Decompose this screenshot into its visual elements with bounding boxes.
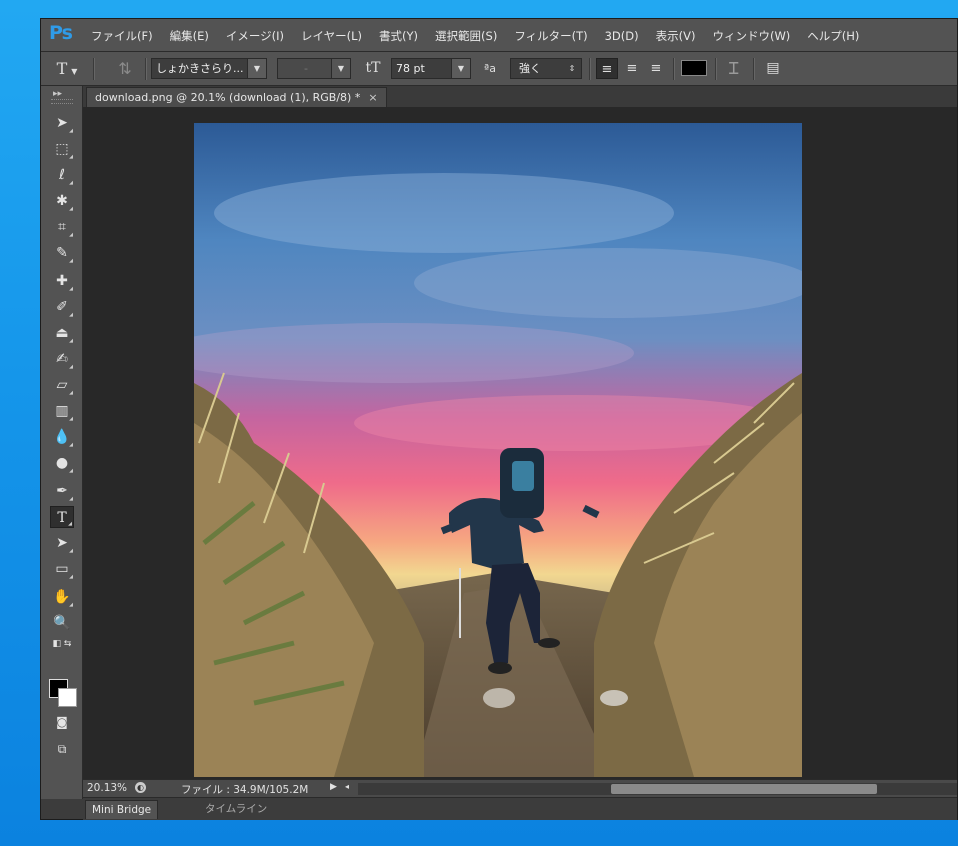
- menu-bar: Ps ファイル(F) 編集(E) イメージ(I) レイヤー(L) 書式(Y) 選…: [41, 19, 957, 52]
- menu-edit[interactable]: 編集(E): [170, 28, 209, 44]
- pen-tool-icon[interactable]: ✒ ◢: [50, 480, 74, 502]
- history-brush-tool-icon[interactable]: ✍ ◢: [50, 348, 74, 370]
- chevron-down-icon: ▼: [331, 59, 350, 78]
- bottom-panel-tabs: Mini Bridge タイムライン: [83, 797, 957, 820]
- menu-window[interactable]: ウィンドウ(W): [712, 28, 790, 44]
- lasso-tool-icon[interactable]: ℓ ◢: [50, 164, 74, 186]
- align-center-icon[interactable]: ≡: [621, 58, 643, 79]
- menu-3d[interactable]: 3D(D): [605, 29, 639, 43]
- screen-mode-icon[interactable]: ⧉: [50, 738, 74, 760]
- menu-select[interactable]: 選択範囲(S): [435, 28, 497, 44]
- canvas-area[interactable]: [83, 107, 957, 779]
- zoom-level[interactable]: 20.13%: [87, 782, 127, 794]
- info-icon[interactable]: ◐: [135, 782, 146, 793]
- chevron-down-icon: ▼: [71, 67, 78, 76]
- menu-help[interactable]: ヘルプ(H): [807, 28, 859, 44]
- crop-tool-icon[interactable]: ⌗ ◢: [50, 216, 74, 238]
- quick-mask-icon[interactable]: ◙: [50, 711, 74, 733]
- divider: [145, 58, 147, 80]
- background-color-swatch[interactable]: [58, 688, 77, 707]
- photo-illustration: [194, 123, 802, 777]
- file-info: ファイル : 34.9M/105.2M: [181, 784, 309, 796]
- menu-view[interactable]: 表示(V): [656, 28, 696, 44]
- align-left-icon[interactable]: ≡: [596, 58, 618, 79]
- tab-timeline[interactable]: タイムライン: [199, 800, 273, 818]
- photoshop-window: Ps ファイル(F) 編集(E) イメージ(I) レイヤー(L) 書式(Y) 選…: [40, 18, 958, 820]
- font-style-select[interactable]: - ▼: [277, 58, 351, 79]
- document-tab[interactable]: download.png @ 20.1% (download (1), RGB/…: [86, 87, 387, 108]
- scroll-left-icon[interactable]: ◂: [345, 782, 349, 791]
- font-family-select[interactable]: しょかきさらり... ▼: [151, 58, 267, 79]
- text-color-swatch[interactable]: [681, 60, 707, 76]
- font-size-select[interactable]: 78 pt ▼: [391, 58, 471, 79]
- divider: [93, 58, 95, 80]
- marquee-tool-icon[interactable]: ⬚ ◢: [50, 138, 74, 160]
- text-tool-icon: T: [56, 59, 68, 78]
- font-size-icon: tT: [365, 60, 381, 76]
- hand-tool-icon[interactable]: ✋ ◢: [50, 586, 74, 608]
- divider: [673, 58, 675, 80]
- tab-mini-bridge[interactable]: Mini Bridge: [85, 800, 159, 819]
- zoom-tool-icon[interactable]: 🔍: [50, 612, 74, 634]
- clone-stamp-tool-icon[interactable]: ⏏ ◢: [50, 322, 74, 344]
- gradient-tool-icon[interactable]: ▥ ◢: [50, 400, 74, 422]
- eraser-tool-icon[interactable]: ▱ ◢: [50, 374, 74, 396]
- panel-grip[interactable]: [51, 99, 73, 104]
- document-tab-strip: download.png @ 20.1% (download (1), RGB/…: [83, 86, 957, 108]
- chevron-down-icon: ▼: [247, 59, 266, 78]
- menu-type[interactable]: 書式(Y): [379, 28, 418, 44]
- chevron-down-icon: ▼: [451, 59, 470, 78]
- path-selection-tool-icon[interactable]: ➤ ◢: [50, 532, 74, 554]
- panel-collapse-icon[interactable]: ▸▸: [53, 89, 62, 99]
- dodge-tool-icon[interactable]: ● ◢: [50, 452, 74, 474]
- menu-layer[interactable]: レイヤー(L): [301, 28, 362, 44]
- horizontal-scrollbar[interactable]: [358, 783, 957, 795]
- antialias-select[interactable]: 強く ⇕: [510, 58, 582, 79]
- close-icon[interactable]: ×: [368, 91, 377, 104]
- blur-tool-icon[interactable]: 💧 ◢: [50, 426, 74, 448]
- brush-tool-icon[interactable]: ✐ ◢: [50, 296, 74, 318]
- warp-text-icon[interactable]: Ꮖ: [723, 58, 745, 79]
- character-panel-icon[interactable]: ▤: [761, 58, 785, 79]
- antialias-icon: ªa: [484, 62, 496, 75]
- magic-wand-tool-icon[interactable]: ✱ ◢: [50, 190, 74, 212]
- default-colors-icon[interactable]: ◧ ⇆: [50, 637, 74, 651]
- divider: [589, 58, 591, 80]
- menu-file[interactable]: ファイル(F): [91, 28, 153, 44]
- scrollbar-thumb[interactable]: [611, 784, 877, 794]
- options-bar: T ▼ ⇅ しょかきさらり... ▼ - ▼ tT 78 pt ▼ ªa 強く ⇕…: [41, 52, 957, 86]
- divider: [715, 58, 717, 80]
- status-menu-arrow-icon[interactable]: ▶: [330, 782, 337, 792]
- rectangle-tool-icon[interactable]: ▭ ◢: [50, 558, 74, 580]
- document-image[interactable]: [194, 123, 802, 777]
- align-right-icon[interactable]: ≡: [645, 58, 667, 79]
- move-tool-icon[interactable]: ➤ ◢: [50, 112, 74, 134]
- text-orientation-icon[interactable]: ⇅: [113, 58, 137, 79]
- menu-image[interactable]: イメージ(I): [226, 28, 284, 44]
- tool-preset-picker[interactable]: T ▼: [47, 58, 87, 79]
- eyedropper-tool-icon[interactable]: ✎ ◢: [50, 242, 74, 264]
- menu-filter[interactable]: フィルター(T): [514, 28, 587, 44]
- healing-brush-tool-icon[interactable]: ✚ ◢: [50, 270, 74, 292]
- tools-panel: ▸▸ ➤ ◢ ⬚ ◢ ℓ ◢ ✱ ◢ ⌗ ◢ ✎ ◢ ✚ ◢ ✐ ◢ ⏏ ◢ ✍ ◢ ▱ ◢ ▥ ◢ 💧…: [41, 86, 83, 799]
- divider: [753, 58, 755, 80]
- type-tool-icon[interactable]: T ◢: [50, 506, 74, 528]
- chevron-updown-icon: ⇕: [563, 59, 581, 78]
- status-bar: 20.13% ◐ ファイル : 34.9M/105.2M ▶ ◂: [83, 779, 957, 798]
- app-logo: Ps: [49, 22, 73, 44]
